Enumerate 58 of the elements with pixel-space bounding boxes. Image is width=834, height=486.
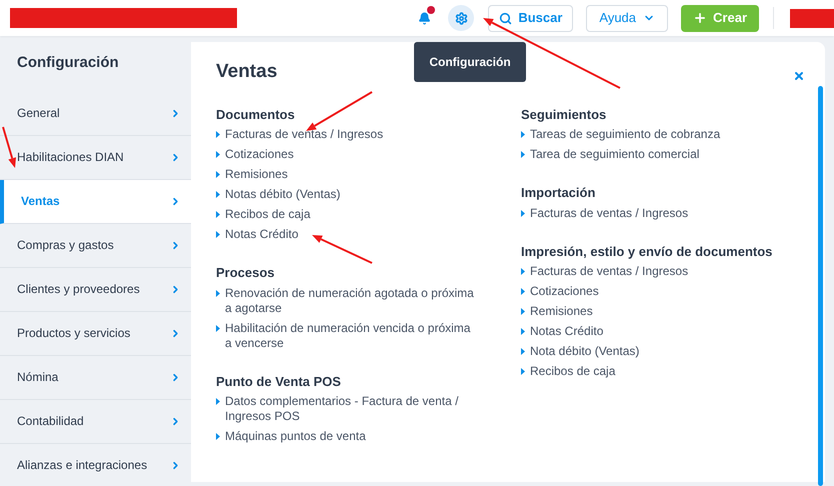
sidebar-title: Configuración xyxy=(16,53,120,73)
scrollbar[interactable] xyxy=(818,86,823,486)
section-heading: Documentos xyxy=(216,106,296,124)
settings-link[interactable]: Datos complementarios - Factura de venta / Ingresos POS xyxy=(225,394,475,424)
annotation-arrow xyxy=(306,91,372,131)
settings-link[interactable]: Remisiones xyxy=(225,167,288,182)
plus-icon xyxy=(693,11,708,25)
settings-link[interactable]: Notas Crédito xyxy=(225,227,298,242)
annotation-arrow xyxy=(2,126,16,168)
caret-right-icon xyxy=(521,151,525,158)
settings-link[interactable]: Notas débito (Ventas) xyxy=(225,187,340,202)
caret-right-icon xyxy=(216,324,220,332)
caret-right-icon xyxy=(216,151,220,158)
settings-link[interactable]: Máquinas puntos de venta xyxy=(225,429,366,444)
caret-right-icon xyxy=(521,288,525,295)
settings-button[interactable] xyxy=(448,5,474,31)
caret-right-icon xyxy=(216,131,220,138)
close-icon[interactable] xyxy=(793,70,805,82)
section-heading: Importación xyxy=(521,184,596,202)
settings-link[interactable]: Tareas de seguimiento de cobranza xyxy=(530,127,720,142)
settings-link[interactable]: Tarea de seguimiento comercial xyxy=(530,147,700,162)
section-heading: Seguimientos xyxy=(521,106,608,124)
gear-icon xyxy=(454,12,468,24)
section-heading: Procesos xyxy=(216,264,276,282)
caret-right-icon xyxy=(216,171,220,178)
caret-right-icon xyxy=(521,348,525,355)
caret-right-icon xyxy=(216,231,220,238)
notifications-icon[interactable] xyxy=(418,12,432,24)
settings-link[interactable]: Cotizaciones xyxy=(530,284,599,299)
caret-right-icon xyxy=(521,268,525,275)
settings-link[interactable]: Recibos de caja xyxy=(225,207,310,222)
settings-link[interactable]: Notas Crédito xyxy=(530,324,604,339)
annotation-arrow xyxy=(312,235,372,264)
settings-link[interactable]: Recibos de caja xyxy=(530,364,616,379)
caret-right-icon xyxy=(216,191,220,198)
settings-link[interactable]: Facturas de ventas / Ingresos xyxy=(530,206,688,220)
settings-link[interactable]: Habilitación de numeración vencida o próxima a vencerse xyxy=(225,320,475,350)
tooltip: Configuración xyxy=(414,42,526,82)
search-icon xyxy=(499,12,512,24)
settings-link[interactable]: Renovación de numeración agotada o próxima a agotarse xyxy=(225,286,475,316)
caret-right-icon xyxy=(521,328,525,335)
caret-right-icon xyxy=(521,368,525,375)
settings-link[interactable]: Facturas de ventas / Ingresos xyxy=(530,264,688,279)
redaction-bar xyxy=(790,8,834,28)
panel-title: Ventas xyxy=(216,60,278,84)
caret-right-icon xyxy=(521,308,525,315)
caret-right-icon xyxy=(521,131,525,138)
caret-right-icon xyxy=(216,211,220,218)
settings-link[interactable]: Cotizaciones xyxy=(225,147,294,162)
section-heading: Punto de Venta POS xyxy=(216,372,342,390)
section-heading: Impresión, estilo y envío de documentos xyxy=(521,242,774,261)
caret-right-icon xyxy=(521,210,525,216)
settings-link[interactable]: Nota débito (Ventas) xyxy=(530,344,640,359)
settings-link[interactable]: Remisiones xyxy=(530,304,593,319)
settings-link[interactable]: Facturas de ventas / Ingresos xyxy=(225,127,384,142)
caret-right-icon xyxy=(216,398,220,405)
caret-right-icon xyxy=(216,433,220,440)
caret-right-icon xyxy=(216,290,220,296)
